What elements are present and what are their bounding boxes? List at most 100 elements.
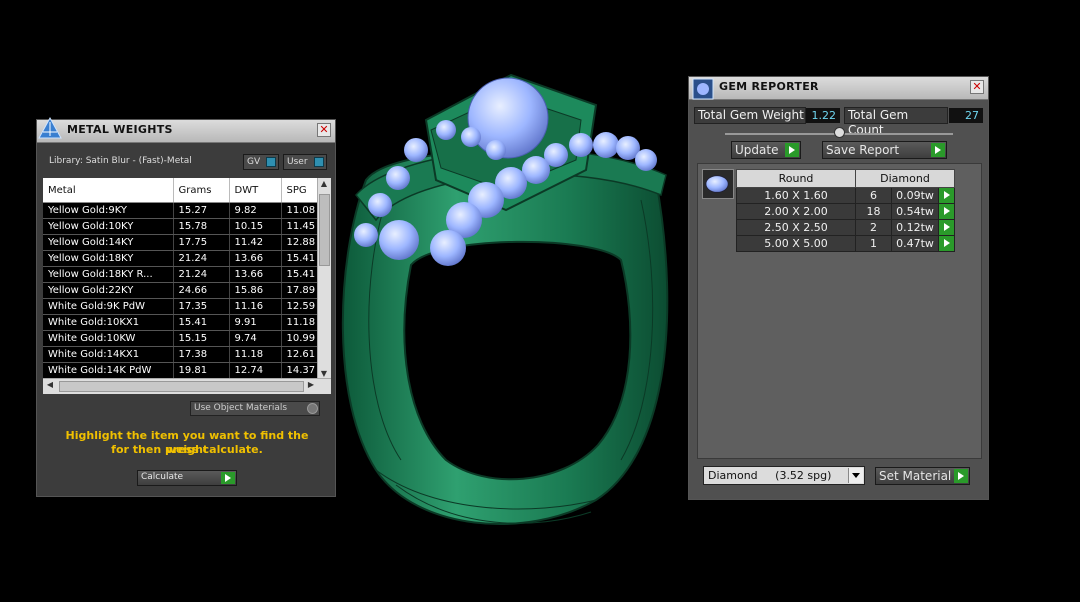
close-icon[interactable]: ✕ <box>317 123 331 137</box>
gem-row[interactable]: 2.50 X 2.50 2 0.12tw <box>736 219 955 236</box>
total-gem-count-label: Total Gem Count <box>844 107 948 137</box>
user-toggle-indicator <box>314 157 324 167</box>
update-button[interactable]: Update <box>731 141 801 159</box>
column-header[interactable]: DWT <box>229 178 282 203</box>
gem-report-area: Round Diamond 1.60 X 1.60 6 0.09tw 2.00 X 2… <box>697 163 982 459</box>
play-arrow-icon <box>221 472 235 484</box>
gem-size-cell: 5.00 X 5.00 <box>736 235 856 252</box>
table-cell: 15.86 <box>229 282 282 299</box>
user-toggle[interactable]: User <box>283 154 327 170</box>
metal-table: Metal Grams DWT SPG Yellow Gold:9KY 15.27 9.8… <box>43 178 319 379</box>
horizontal-scroll-thumb[interactable] <box>59 381 304 392</box>
table-cell: 15.41 <box>281 250 319 267</box>
library-label: Library: Satin Blur - (Fast)-Metal <box>49 156 192 166</box>
save-report-label: Save Report <box>826 143 900 157</box>
table-cell: Yellow Gold:9KY <box>43 202 174 219</box>
gem-reporter-titlebar[interactable]: GEM REPORTER ✕ <box>689 77 988 100</box>
table-cell: Yellow Gold:10KY <box>43 218 174 235</box>
total-gem-weight-value: 1.22 <box>806 108 840 123</box>
gem-weight-cell: 0.09tw <box>891 187 939 204</box>
table-cell: Yellow Gold:14KY <box>43 234 174 251</box>
table-cell: 17.38 <box>173 346 230 363</box>
shape-header: Round <box>736 169 856 188</box>
slider-handle[interactable] <box>834 127 845 138</box>
table-row[interactable]: Yellow Gold:18KY R... 21.24 13.66 15.41 <box>43 266 319 283</box>
gem-reporter-title: GEM REPORTER <box>719 80 819 93</box>
play-arrow-icon <box>954 469 968 483</box>
table-row[interactable]: White Gold:10KW 15.15 9.74 10.99 <box>43 330 319 347</box>
gem-reporter-panel: GEM REPORTER ✕ Total Gem Weight 1.22 Tot… <box>688 76 989 500</box>
gem-row[interactable]: 1.60 X 1.60 6 0.09tw <box>736 187 955 204</box>
table-cell: White Gold:14KX1 <box>43 346 174 363</box>
vertical-scroll-thumb[interactable] <box>319 194 330 266</box>
table-cell: 12.61 <box>281 346 319 363</box>
gem-size-cell: 2.00 X 2.00 <box>736 203 856 220</box>
select-row-arrow-icon[interactable] <box>938 235 955 252</box>
save-report-button[interactable]: Save Report <box>822 141 947 159</box>
table-cell: 11.42 <box>229 234 282 251</box>
table-cell: Yellow Gold:18KY R... <box>43 266 174 283</box>
column-header[interactable]: Metal <box>43 178 174 203</box>
gv-toggle[interactable]: GV <box>243 154 279 170</box>
scroll-up-icon[interactable]: ▲ <box>318 179 330 188</box>
table-row[interactable]: White Gold:9K PdW 17.35 11.16 12.59 <box>43 298 319 315</box>
table-cell: White Gold:14K PdW <box>43 362 174 379</box>
ring-3d-viewport[interactable] <box>336 60 688 600</box>
select-row-arrow-icon[interactable] <box>938 219 955 236</box>
gem-table-header-row: Round Diamond <box>736 169 955 188</box>
set-material-button[interactable]: Set Material <box>875 467 970 485</box>
close-icon[interactable]: ✕ <box>970 80 984 94</box>
chevron-down-icon[interactable] <box>848 468 863 483</box>
table-cell: 15.41 <box>281 266 319 283</box>
gem-weight-cell: 0.54tw <box>891 203 939 220</box>
scroll-left-icon[interactable]: ◀ <box>44 380 56 389</box>
table-row[interactable]: White Gold:14K PdW 19.81 12.74 14.37 <box>43 362 319 379</box>
play-arrow-icon <box>785 143 799 157</box>
column-header[interactable]: SPG <box>281 178 319 203</box>
table-cell: 12.59 <box>281 298 319 315</box>
gem-size-cell: 2.50 X 2.50 <box>736 219 856 236</box>
table-cell: 17.89 <box>281 282 319 299</box>
table-row[interactable]: Yellow Gold:18KY 21.24 13.66 15.41 <box>43 250 319 267</box>
table-cell: 10.99 <box>281 330 319 347</box>
table-row[interactable]: Yellow Gold:9KY 15.27 9.82 11.08 <box>43 202 319 219</box>
table-row[interactable]: Yellow Gold:10KY 15.78 10.15 11.45 <box>43 218 319 235</box>
table-row[interactable]: Yellow Gold:14KY 17.75 11.42 12.88 <box>43 234 319 251</box>
gv-toggle-label: GV <box>247 157 261 167</box>
table-cell: 15.41 <box>173 314 230 331</box>
update-label: Update <box>735 143 779 157</box>
user-toggle-label: User <box>287 157 308 167</box>
table-cell: 13.66 <box>229 250 282 267</box>
gem-row[interactable]: 5.00 X 5.00 1 0.47tw <box>736 235 955 252</box>
select-row-arrow-icon[interactable] <box>938 203 955 220</box>
metal-weights-titlebar[interactable]: METAL WEIGHTS ✕ <box>37 116 335 143</box>
select-row-arrow-icon[interactable] <box>938 187 955 204</box>
scroll-down-icon[interactable]: ▼ <box>318 369 330 378</box>
metal-weights-table: Metal Grams DWT SPG Yellow Gold:9KY 15.27 9.8… <box>43 178 331 394</box>
total-gem-count-value: 27 <box>949 108 983 123</box>
calculate-button[interactable]: Calculate <box>137 470 237 486</box>
material-select[interactable]: Diamond (3.52 spg) <box>703 466 865 485</box>
table-row[interactable]: Yellow Gold:22KY 24.66 15.86 17.89 <box>43 282 319 299</box>
table-row[interactable]: White Gold:10KX1 15.41 9.91 11.18 <box>43 314 319 331</box>
table-cell: Yellow Gold:18KY <box>43 250 174 267</box>
table-cell: 15.15 <box>173 330 230 347</box>
scroll-right-icon[interactable]: ▶ <box>305 380 317 389</box>
table-cell: 9.82 <box>229 202 282 219</box>
material-select-value: Diamond (3.52 spg) <box>708 469 832 482</box>
use-object-materials-select[interactable]: Use Object Materials <box>190 401 320 416</box>
vertical-scrollbar[interactable]: ▲ ▼ <box>317 178 331 379</box>
round-diamond-icon[interactable] <box>702 169 734 199</box>
table-row[interactable]: White Gold:14KX1 17.38 11.18 12.61 <box>43 346 319 363</box>
metal-weights-panel: METAL WEIGHTS ✕ Library: Satin Blur - (F… <box>36 116 336 497</box>
column-header[interactable]: Grams <box>173 178 230 203</box>
gem-count-cell: 2 <box>855 219 892 236</box>
gem-reporter-app-icon <box>692 78 714 100</box>
table-cell: 15.78 <box>173 218 230 235</box>
table-cell: 11.08 <box>281 202 319 219</box>
gem-row[interactable]: 2.00 X 2.00 18 0.54tw <box>736 203 955 220</box>
horizontal-scrollbar[interactable]: ◀ ▶ <box>43 378 331 394</box>
material-header: Diamond <box>855 169 955 188</box>
table-cell: 10.15 <box>229 218 282 235</box>
table-cell: White Gold:9K PdW <box>43 298 174 315</box>
